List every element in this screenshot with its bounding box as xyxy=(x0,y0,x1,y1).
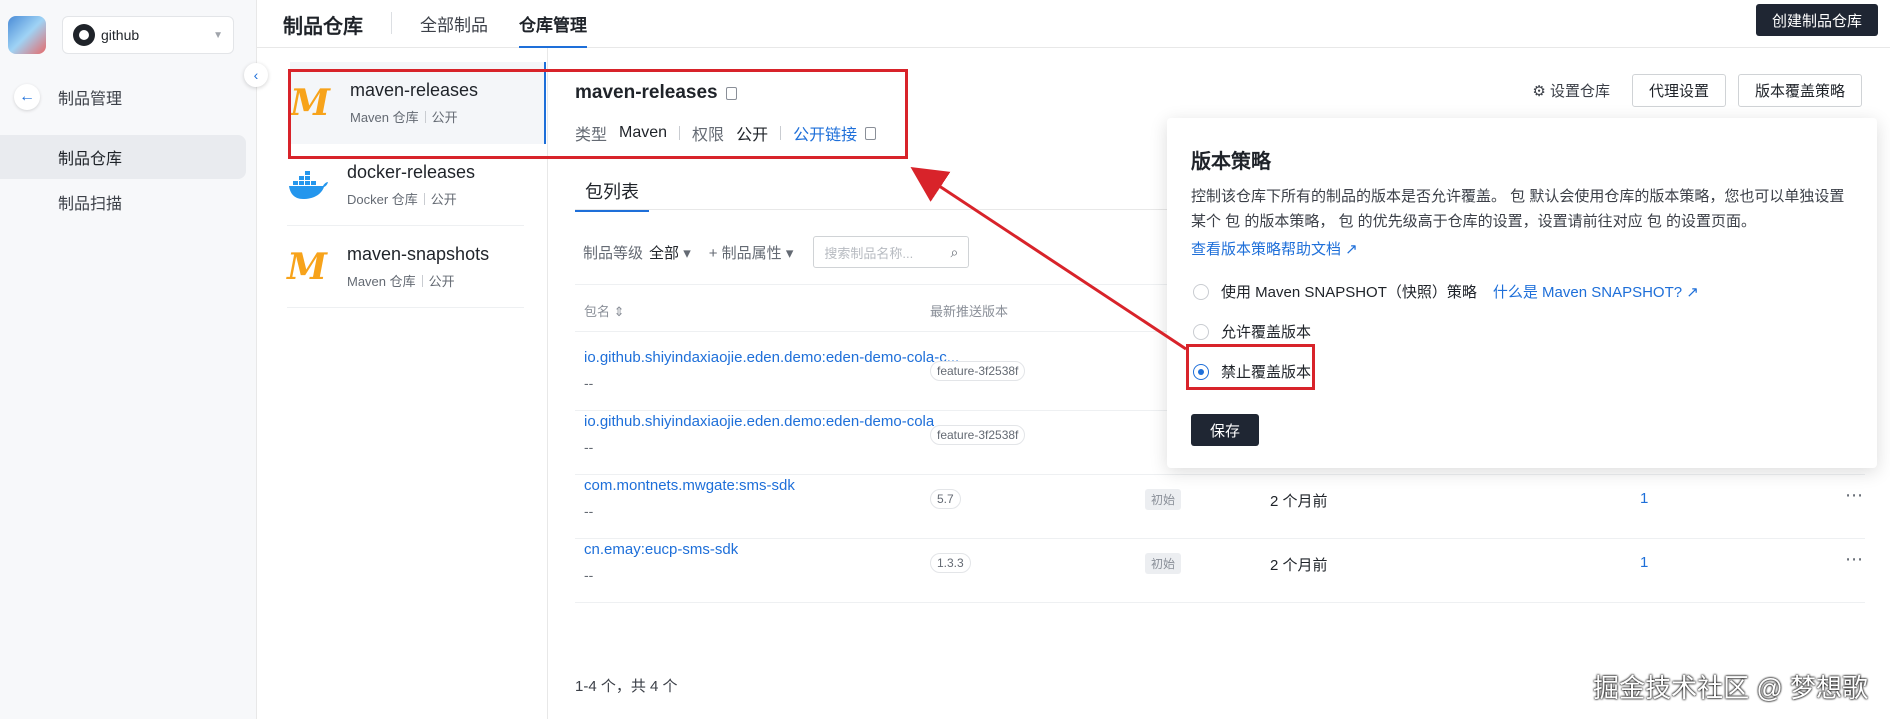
tab-repo-management[interactable]: 仓库管理 xyxy=(519,11,587,48)
option-forbid-overwrite[interactable]: 禁止覆盖版本 xyxy=(1193,361,1311,382)
tab-all-artifacts[interactable]: 全部制品 xyxy=(420,11,488,48)
watermark: 掘金技术社区 @ 梦想歌 xyxy=(1593,673,1868,703)
save-button[interactable]: 保存 xyxy=(1191,414,1259,446)
package-desc: -- xyxy=(584,439,594,455)
col-package-name[interactable]: 包名 ⇕ xyxy=(584,301,625,320)
filter-level[interactable]: 制品等级 全部 ▾ xyxy=(583,242,691,263)
repo-list: M maven-releases Maven 仓库 公开 docker-relea… xyxy=(257,48,548,719)
repo-meta: Maven 仓库 公开 xyxy=(347,273,455,289)
radio-forbid-overwrite[interactable] xyxy=(1193,363,1209,380)
option-maven-snapshot[interactable]: 使用 Maven SNAPSHOT（快照）策略 什么是 Maven SNAPSH… xyxy=(1193,281,1699,302)
create-repo-button[interactable]: 创建制品仓库 xyxy=(1755,4,1878,36)
col-latest-version: 最新推送版本 xyxy=(930,304,1009,319)
popover-title: 版本策略 xyxy=(1191,151,1271,173)
external-link-icon: ↗ xyxy=(1682,284,1699,301)
popover-description: 控制该仓库下所有的制品的版本是否允许覆盖。 包 默认会使用仓库的版本策略，您也可… xyxy=(1191,188,1845,230)
table-row[interactable]: cn.emay:eucp-sms-sdk -- 1.3.3 初始 2 个月前 1… xyxy=(575,525,1865,603)
version-count[interactable]: 1 xyxy=(1640,554,1648,571)
more-icon[interactable]: ⋯ xyxy=(1845,485,1863,506)
more-icon[interactable]: ⋯ xyxy=(1845,549,1863,570)
repo-item-maven-releases[interactable]: M maven-releases Maven 仓库 公开 xyxy=(290,62,546,144)
repo-settings-link[interactable]: ⚙ 设置仓库 xyxy=(1532,80,1610,101)
nav-item-artifact-repo[interactable]: 制品仓库 xyxy=(0,135,246,179)
external-link-icon: ↗ xyxy=(1341,241,1358,258)
radio-snapshot[interactable] xyxy=(1193,283,1209,300)
app-logo[interactable] xyxy=(8,16,46,54)
page-title: 制品仓库 xyxy=(283,16,363,38)
public-link[interactable]: 公开链接 xyxy=(793,121,857,145)
chevron-down-icon: ▼ xyxy=(213,29,223,41)
repo-name: docker-releases xyxy=(347,161,476,182)
tab-package-list[interactable]: 包列表 xyxy=(575,178,649,212)
package-name[interactable]: com.montnets.mwgate:sms-sdk xyxy=(584,477,795,494)
package-desc: -- xyxy=(584,567,594,583)
update-time: 2 个月前 xyxy=(1270,557,1328,574)
version-count[interactable]: 1 xyxy=(1640,490,1648,507)
package-desc: -- xyxy=(584,375,594,391)
level-badge: 初始 xyxy=(1145,489,1182,510)
repo-selector-label: github xyxy=(101,27,140,43)
repo-item-docker-releases[interactable]: docker-releases Docker 仓库 公开 xyxy=(287,144,524,226)
level-badge: 初始 xyxy=(1145,553,1182,574)
repo-name: maven-snapshots xyxy=(347,243,490,264)
proxy-settings-button[interactable]: 代理设置 xyxy=(1631,74,1726,107)
update-time: 2 个月前 xyxy=(1270,493,1328,510)
nav-section-header: ← 制品管理 xyxy=(14,84,122,110)
repo-meta: Docker 仓库 公开 xyxy=(347,191,457,207)
repo-selector[interactable]: github ▼ xyxy=(62,16,234,54)
repo-detail-title: maven-releases xyxy=(575,82,737,104)
repo-name: maven-releases xyxy=(350,80,479,100)
version-badge: 5.7 xyxy=(930,489,961,509)
nav-item-artifact-scan[interactable]: 制品扫描 xyxy=(0,180,246,224)
package-filters: 制品等级 全部 ▾ + 制品属性 ▾ 搜索制品名称... ⌕ xyxy=(583,236,970,268)
gear-icon: ⚙ xyxy=(1532,83,1546,100)
copy-icon[interactable] xyxy=(865,126,877,140)
package-name[interactable]: io.github.shiyindaxiaojie.eden.demo:eden… xyxy=(584,413,934,430)
repo-item-maven-snapshots[interactable]: M maven-snapshots Maven 仓库 公开 xyxy=(287,226,524,308)
maven-logo-icon: M xyxy=(287,245,327,288)
top-bar: 制品仓库 全部制品 仓库管理 创建制品仓库 xyxy=(257,0,1890,48)
nav-item-label: 制品仓库 xyxy=(58,151,123,168)
radio-allow-overwrite[interactable] xyxy=(1193,323,1209,340)
version-badge: feature-3f2538f xyxy=(930,361,1026,381)
package-name[interactable]: io.github.shiyindaxiaojie.eden.demo:eden… xyxy=(584,349,959,366)
package-search-input[interactable]: 搜索制品名称... ⌕ xyxy=(813,236,970,268)
version-badge: 1.3.3 xyxy=(930,553,971,573)
nav-item-label: 制品扫描 xyxy=(58,196,123,213)
policy-help-link[interactable]: 查看版本策略帮助文档 ↗ xyxy=(1191,238,1358,259)
version-overwrite-button[interactable]: 版本覆盖策略 xyxy=(1737,74,1862,107)
repo-meta: Maven 仓库 公开 xyxy=(350,110,458,125)
pagination-total: 1-4 个，共 4 个 xyxy=(575,678,678,695)
collapse-sidebar-icon[interactable]: ‹ xyxy=(244,63,268,87)
repo-detail-meta: 类型 Maven 权限 公开 公开链接 xyxy=(575,121,877,145)
package-desc: -- xyxy=(584,503,594,519)
back-arrow-icon[interactable]: ← xyxy=(14,84,40,110)
filter-attribute[interactable]: + 制品属性 ▾ xyxy=(709,242,794,263)
repo-actions: ⚙ 设置仓库 代理设置 版本覆盖策略 xyxy=(1532,74,1862,107)
title-divider xyxy=(391,12,392,34)
left-nav: github ▼ ← 制品管理 制品仓库 制品扫描 xyxy=(0,0,257,719)
package-name[interactable]: cn.emay:eucp-sms-sdk xyxy=(584,541,738,558)
option-allow-overwrite[interactable]: 允许覆盖版本 xyxy=(1193,321,1311,342)
copy-icon[interactable] xyxy=(725,86,737,100)
version-policy-popover: 版本策略 控制该仓库下所有的制品的版本是否允许覆盖。 包 默认会使用仓库的版本策… xyxy=(1167,118,1877,468)
version-badge: feature-3f2538f xyxy=(930,425,1026,445)
search-icon: ⌕ xyxy=(950,243,959,260)
nav-section-title: 制品管理 xyxy=(58,91,123,108)
snapshot-help-link[interactable]: 什么是 Maven SNAPSHOT? ↗ xyxy=(1493,281,1699,302)
maven-logo-icon: M xyxy=(290,82,330,124)
github-icon xyxy=(73,24,95,46)
docker-logo-icon xyxy=(289,170,328,199)
